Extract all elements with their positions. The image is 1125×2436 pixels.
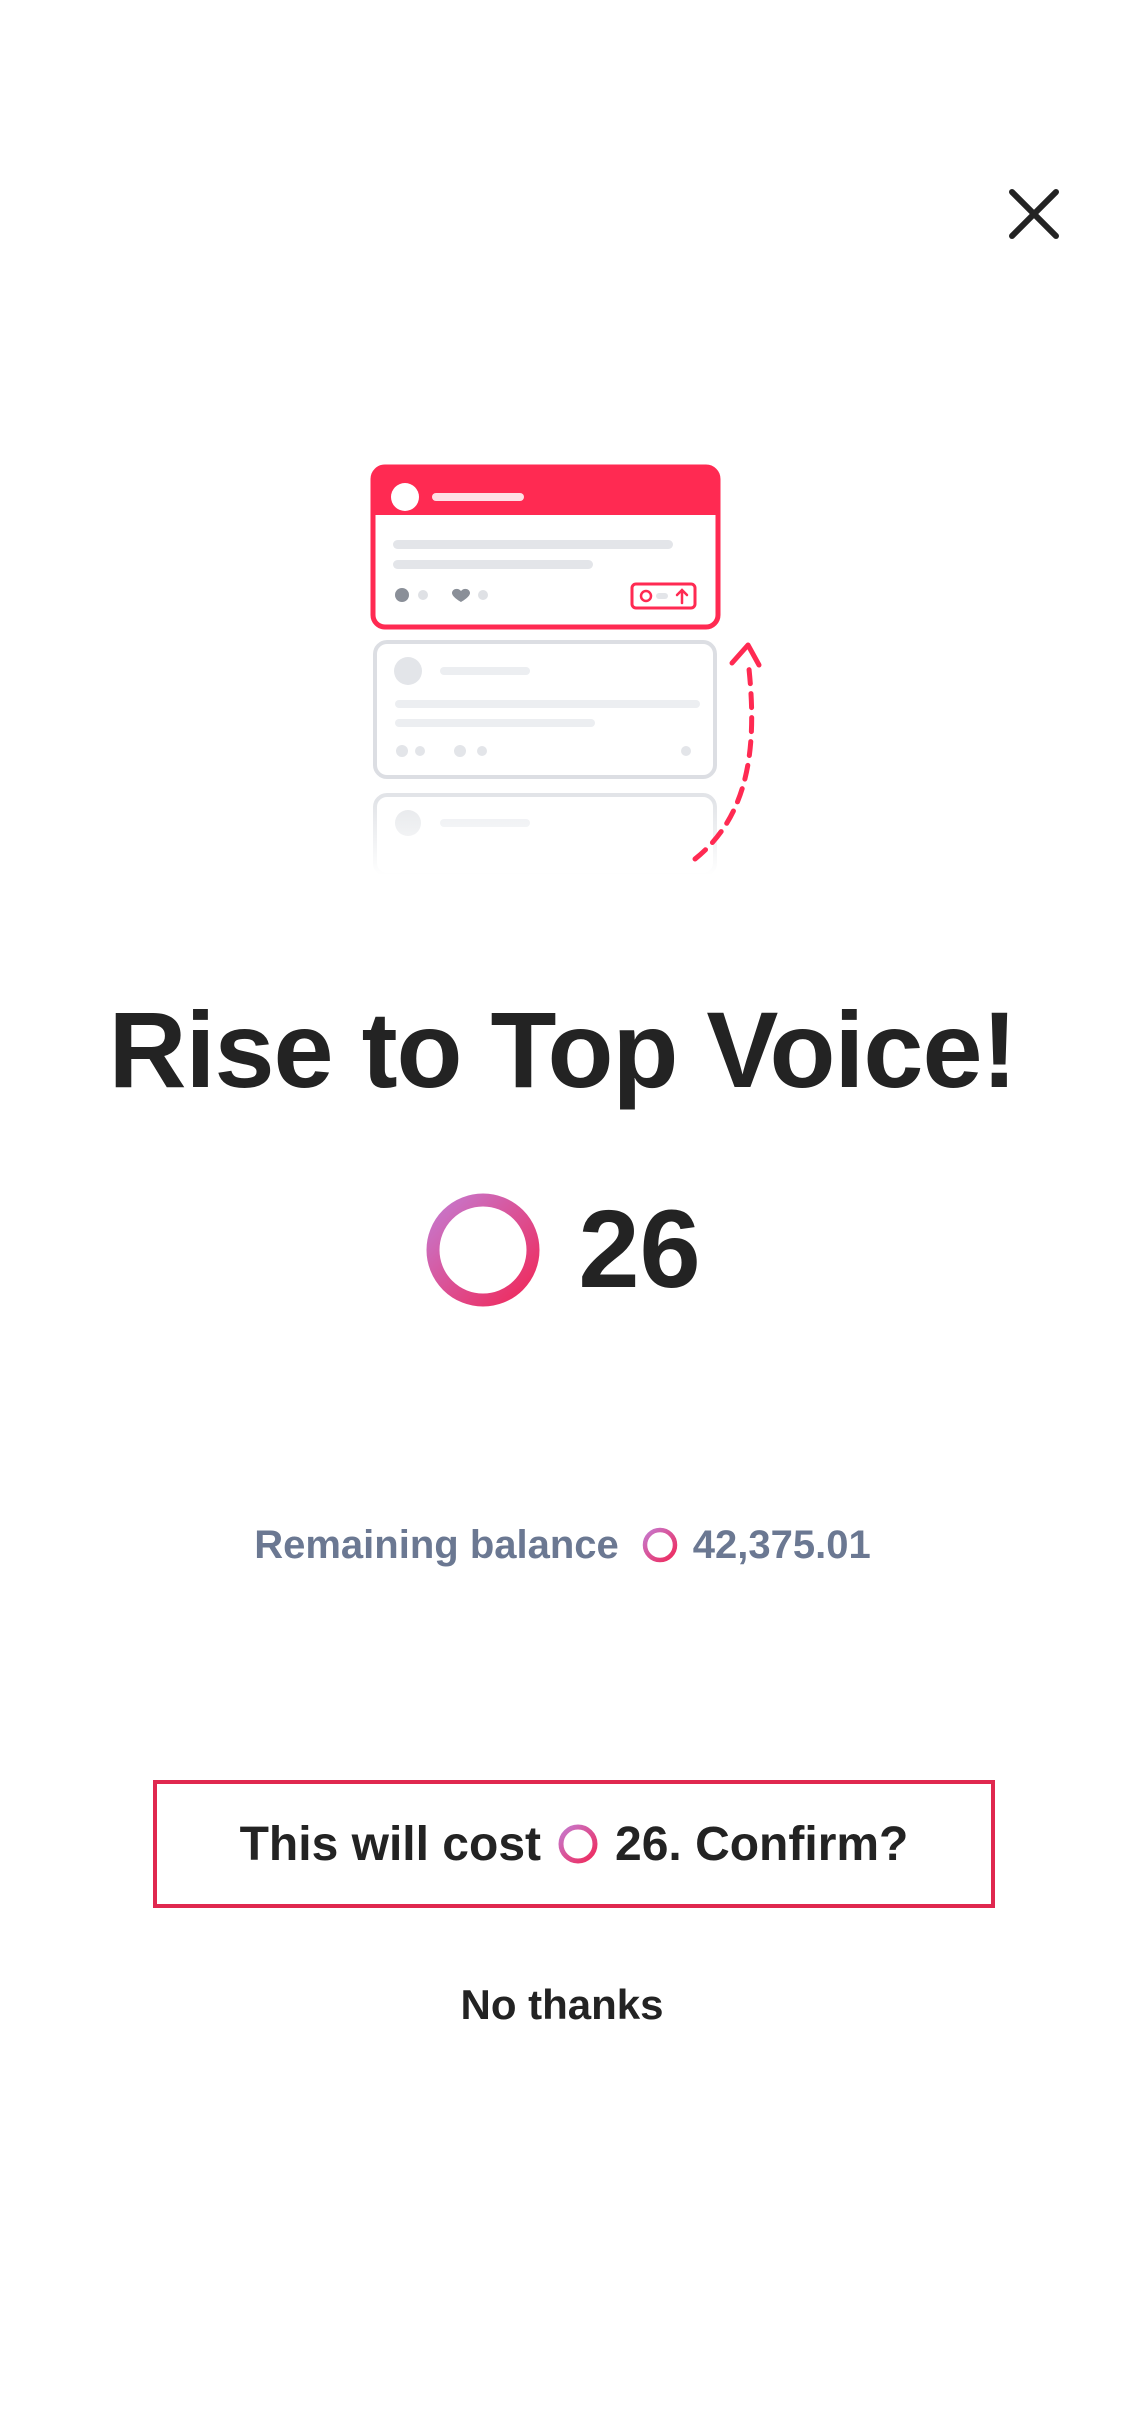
- coin-ring-icon: [424, 1191, 542, 1309]
- remaining-balance: Remaining balance 42,375.01: [0, 1515, 1125, 1575]
- top-card: [370, 464, 721, 630]
- confirm-button[interactable]: This will cost 26. Confirm?: [153, 1780, 995, 1908]
- post-rising-illustration: [360, 455, 770, 875]
- confirm-suffix: 26. Confirm?: [615, 1817, 909, 1871]
- balance-label: Remaining balance: [254, 1522, 619, 1567]
- price-amount: 26: [578, 1188, 701, 1311]
- close-icon: [1009, 189, 1059, 239]
- coin-ring-icon: [557, 1823, 599, 1865]
- coin-ring-icon: [641, 1526, 679, 1564]
- confirm-prefix: This will cost: [239, 1817, 541, 1871]
- close-button[interactable]: [1000, 180, 1068, 248]
- price-display: 26: [0, 1185, 1125, 1315]
- page-title: Rise to Top Voice!: [108, 989, 1017, 1110]
- no-thanks-button[interactable]: No thanks: [362, 1965, 762, 2045]
- grey-card: [373, 640, 717, 779]
- balance-amount: 42,375.01: [692, 1522, 871, 1567]
